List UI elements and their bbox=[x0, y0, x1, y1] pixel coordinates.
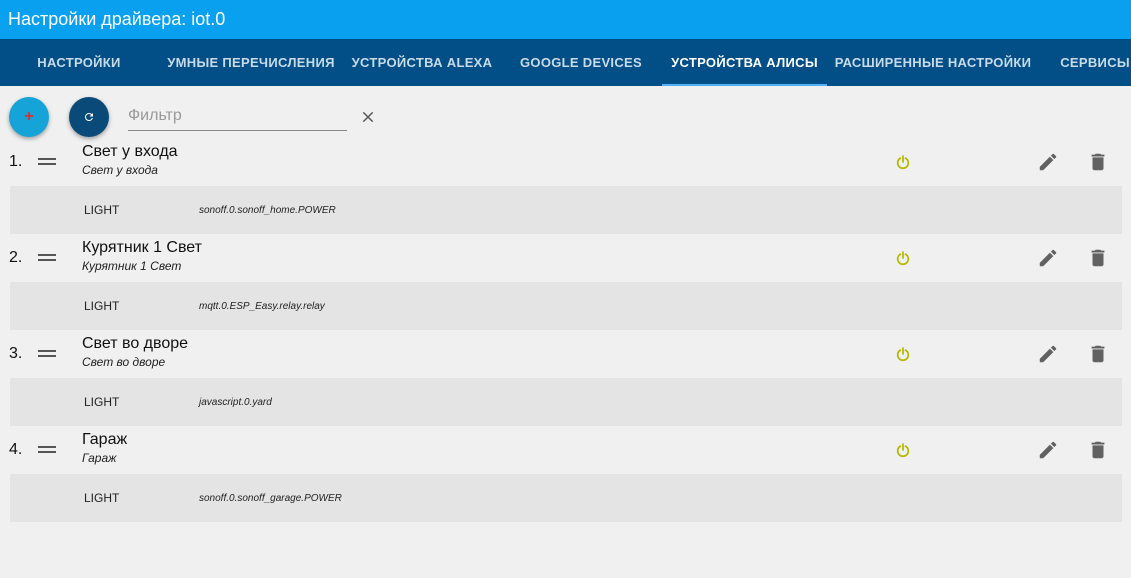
device-details: LIGHT javascript.0.yard bbox=[10, 378, 1122, 426]
device-row: 1. Свет у входа Свет у входа bbox=[0, 138, 1131, 186]
trash-icon[interactable] bbox=[1087, 343, 1109, 365]
filter-input[interactable] bbox=[128, 101, 347, 131]
tab-bar: НАСТРОЙКИ УМНЫЕ ПЕРЕЧИСЛЕНИЯ УСТРОЙСТВА … bbox=[0, 39, 1131, 86]
power-icon[interactable] bbox=[895, 154, 911, 170]
trash-icon[interactable] bbox=[1087, 151, 1109, 173]
device-details: LIGHT sonoff.0.sonoff_garage.POWER bbox=[10, 474, 1122, 522]
device-number: 2. bbox=[9, 249, 23, 266]
device-type: LIGHT bbox=[84, 203, 120, 217]
tab-advanced-settings[interactable]: РАСШИРЕННЫЕ НАСТРОЙКИ bbox=[827, 39, 1039, 86]
close-icon[interactable] bbox=[360, 109, 376, 125]
device-type: LIGHT bbox=[84, 491, 120, 505]
pencil-icon[interactable] bbox=[1037, 343, 1059, 365]
device-name: Свет у входа bbox=[82, 143, 178, 160]
tab-services[interactable]: СЕРВИСЫ I bbox=[1039, 39, 1131, 86]
tab-alice-devices[interactable]: УСТРОЙСТВА АЛИСЫ bbox=[662, 39, 827, 86]
device-row: 2. Курятник 1 Свет Курятник 1 Свет bbox=[0, 234, 1131, 282]
device-state-id: sonoff.0.sonoff_home.POWER bbox=[199, 205, 336, 216]
device-name: Курятник 1 Свет bbox=[82, 239, 202, 256]
refresh-icon bbox=[85, 113, 93, 121]
plus-icon: + bbox=[24, 108, 34, 125]
window-title: Настройки драйвера: iot.0 bbox=[0, 0, 1131, 39]
power-icon[interactable] bbox=[895, 250, 911, 266]
device-name: Свет во дворе bbox=[82, 335, 189, 352]
device-description: Свет во дворе bbox=[82, 355, 166, 369]
device-type: LIGHT bbox=[84, 395, 120, 409]
device-details: LIGHT mqtt.0.ESP_Easy.relay.relay bbox=[10, 282, 1122, 330]
device-description: Гараж bbox=[82, 451, 117, 465]
device-name: Гараж bbox=[82, 431, 128, 448]
power-icon[interactable] bbox=[895, 346, 911, 362]
drag-handle-icon[interactable] bbox=[38, 350, 56, 358]
device-row: 4. Гараж Гараж bbox=[0, 426, 1131, 474]
pencil-icon[interactable] bbox=[1037, 151, 1059, 173]
device-state-id: javascript.0.yard bbox=[199, 397, 272, 408]
power-icon[interactable] bbox=[895, 442, 911, 458]
pencil-icon[interactable] bbox=[1037, 439, 1059, 461]
refresh-button[interactable] bbox=[69, 97, 109, 137]
tab-alexa-devices[interactable]: УСТРОЙСТВА ALEXA bbox=[344, 39, 500, 86]
device-number: 1. bbox=[9, 153, 23, 170]
tab-settings[interactable]: НАСТРОЙКИ bbox=[0, 39, 158, 86]
pencil-icon[interactable] bbox=[1037, 247, 1059, 269]
drag-handle-icon[interactable] bbox=[38, 446, 56, 454]
device-number: 4. bbox=[9, 441, 23, 458]
trash-icon[interactable] bbox=[1087, 247, 1109, 269]
tab-smart-enums[interactable]: УМНЫЕ ПЕРЕЧИСЛЕНИЯ bbox=[158, 39, 344, 86]
add-device-button[interactable]: + bbox=[9, 97, 49, 137]
drag-handle-icon[interactable] bbox=[38, 254, 56, 262]
device-row: 3. Свет во дворе Свет во дворе bbox=[0, 330, 1131, 378]
device-description: Свет у входа bbox=[82, 163, 158, 177]
device-type: LIGHT bbox=[84, 299, 120, 313]
device-state-id: sonoff.0.sonoff_garage.POWER bbox=[199, 493, 342, 504]
tab-google-devices[interactable]: GOOGLE DEVICES bbox=[500, 39, 662, 86]
drag-handle-icon[interactable] bbox=[38, 158, 56, 166]
device-details: LIGHT sonoff.0.sonoff_home.POWER bbox=[10, 186, 1122, 234]
trash-icon[interactable] bbox=[1087, 439, 1109, 461]
device-number: 3. bbox=[9, 345, 23, 362]
device-description: Курятник 1 Свет bbox=[82, 259, 182, 273]
device-state-id: mqtt.0.ESP_Easy.relay.relay bbox=[199, 301, 325, 312]
